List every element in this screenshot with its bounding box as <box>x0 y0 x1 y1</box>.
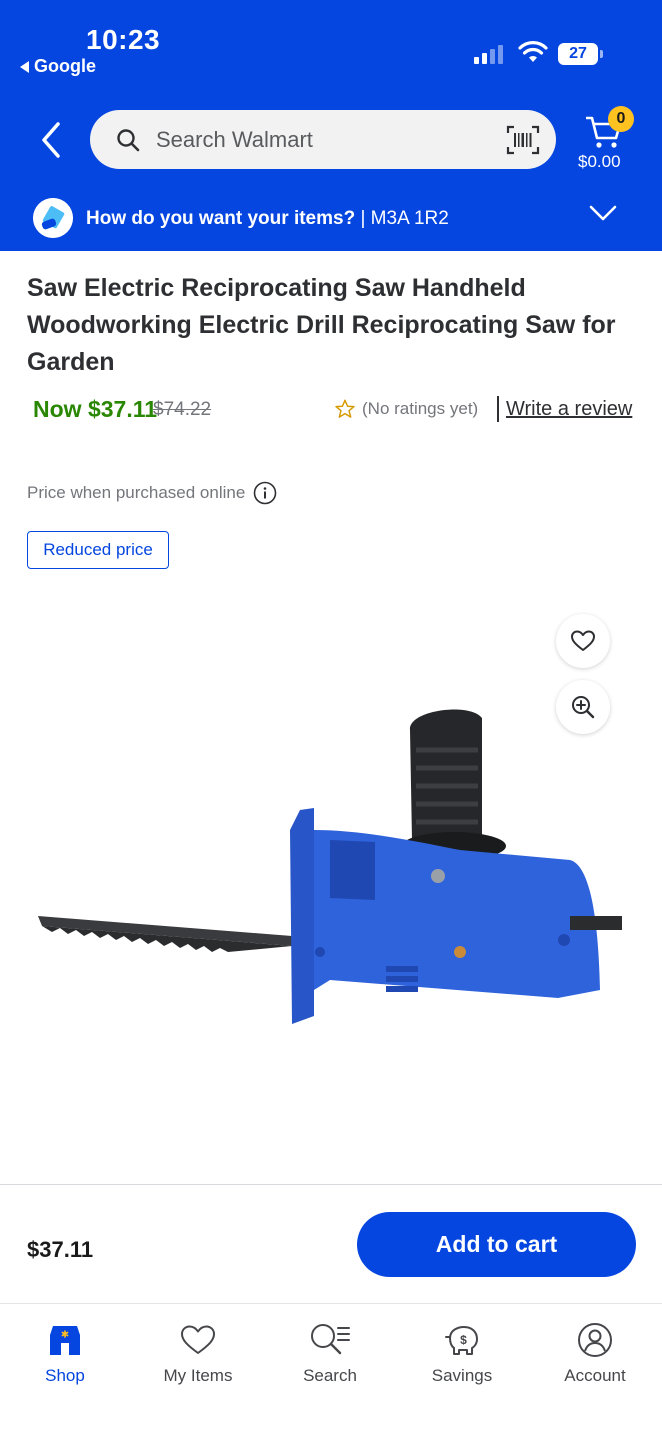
back-app-label: Google <box>34 56 96 76</box>
cart-count-badge: 0 <box>608 106 634 132</box>
top-bar: 10:23 Google 27 Search Walmart 0 $0.00 H… <box>0 0 662 251</box>
svg-text:$: $ <box>460 1333 467 1347</box>
bottom-tab-bar: Shop My Items Search $ Savings Account <box>0 1303 662 1440</box>
buy-bar: $37.11 Add to cart <box>0 1184 662 1302</box>
back-triangle-icon <box>20 60 29 73</box>
fulfillment-text: How do you want your items? | M3A 1R2 <box>86 208 449 230</box>
fulfillment-question: How do you want your items? <box>86 208 356 229</box>
fulfillment-selector[interactable]: How do you want your items? | M3A 1R2 <box>0 195 662 245</box>
battery-icon: 27 <box>558 43 603 65</box>
barcode-scan-icon[interactable] <box>506 125 540 155</box>
product-title: Saw Electric Reciprocating Saw Handheld … <box>27 274 616 376</box>
rating-text: (No ratings yet) <box>362 399 479 418</box>
cart-total: $0.00 <box>578 152 621 171</box>
cart-button[interactable]: 0 $0.00 <box>578 106 642 176</box>
heart-icon <box>571 630 595 651</box>
account-icon <box>578 1323 612 1357</box>
chevron-down-icon <box>589 205 617 221</box>
heart-icon <box>181 1325 215 1354</box>
wifi-icon <box>518 41 548 62</box>
product-image[interactable] <box>30 690 630 1030</box>
buy-bar-price: $37.11 <box>27 1237 94 1262</box>
signal-icon <box>474 44 503 64</box>
tab-search[interactable]: Search <box>275 1320 385 1386</box>
price-note: Price when purchased online <box>27 481 277 505</box>
tab-label: Search <box>303 1366 357 1385</box>
current-price: Now $37.11 <box>33 396 158 422</box>
shop-icon <box>50 1326 80 1355</box>
tab-label: Savings <box>431 1366 493 1385</box>
tab-label: Shop <box>45 1366 85 1385</box>
tab-account[interactable]: Account <box>540 1320 650 1386</box>
write-review-link[interactable]: Write a review <box>506 398 632 421</box>
search-placeholder: Search Walmart <box>156 126 313 152</box>
back-arrow-icon[interactable] <box>34 118 70 162</box>
search-icon <box>311 1324 350 1355</box>
original-price: $74.22 <box>153 399 212 420</box>
tab-my-items[interactable]: My Items <box>143 1320 253 1386</box>
search-input[interactable]: Search Walmart <box>90 110 556 169</box>
price-note-text: Price when purchased online <box>27 483 246 502</box>
back-to-app-link[interactable]: Google <box>20 56 96 77</box>
savings-icon: $ <box>445 1326 478 1355</box>
divider <box>497 396 499 422</box>
fulfillment-postal: | M3A 1R2 <box>355 208 449 229</box>
add-to-cart-button[interactable]: Add to cart <box>357 1212 636 1277</box>
tab-label: My Items <box>163 1366 233 1385</box>
reduced-price-badge: Reduced price <box>27 531 169 569</box>
delivery-icon <box>33 198 73 238</box>
battery-level: 27 <box>569 45 587 62</box>
status-time: 10:23 <box>86 24 161 55</box>
tab-label: Account <box>564 1366 626 1385</box>
rating-summary: (No ratings yet) <box>334 398 478 420</box>
tab-shop[interactable]: Shop <box>10 1320 120 1386</box>
favorite-button[interactable] <box>556 614 610 668</box>
info-icon[interactable] <box>253 481 277 505</box>
star-outline-icon <box>335 399 355 418</box>
tab-savings[interactable]: $ Savings <box>407 1320 517 1386</box>
search-icon <box>117 128 140 151</box>
